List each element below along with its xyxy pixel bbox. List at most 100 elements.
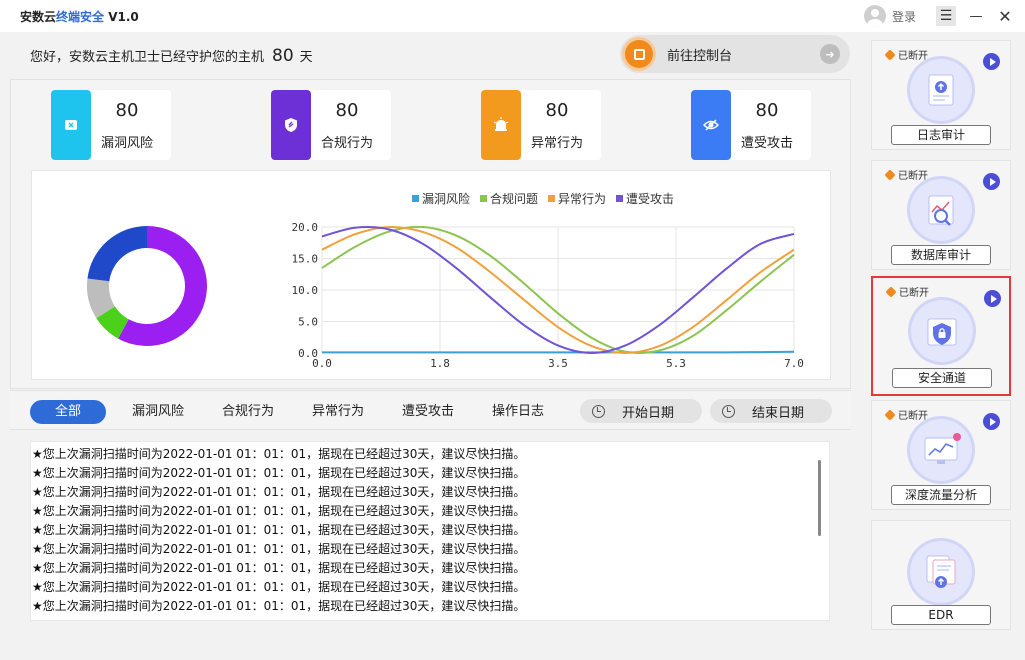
stat-label: 合规行为 bbox=[321, 136, 374, 151]
tab-operation-log[interactable]: 操作日志 bbox=[480, 400, 556, 424]
clock-icon bbox=[722, 404, 735, 418]
secure-channel-button[interactable]: 安全通道 bbox=[892, 368, 992, 388]
end-date-picker[interactable]: 结束日期 bbox=[710, 399, 832, 423]
status-disconnected: 已断开 bbox=[884, 167, 928, 182]
side-card-database-audit[interactable]: 已断开 数据库审计 bbox=[871, 160, 1011, 270]
play-icon[interactable] bbox=[984, 290, 1001, 307]
x-tick-label: 3.5 bbox=[548, 357, 568, 370]
side-card-log-audit[interactable]: 已断开 日志审计 bbox=[871, 40, 1011, 150]
link-broken-icon bbox=[885, 285, 897, 298]
database-audit-button[interactable]: 数据库审计 bbox=[891, 245, 991, 265]
stats-area: 80 漏洞风险 80 合规行为 80 异常行为 80 遭受攻击 0.0 5.0 … bbox=[10, 79, 851, 389]
side-card-traffic-analysis[interactable]: 已断开 深度流量分析 bbox=[871, 400, 1011, 510]
greeting-text: 您好，安数云主机卫士已经守护您的主机 bbox=[30, 50, 265, 65]
traffic-analysis-icon bbox=[910, 419, 972, 481]
greeting: 您好，安数云主机卫士已经守护您的主机 80 天 bbox=[30, 46, 313, 66]
legend-swatch bbox=[548, 195, 555, 202]
legend-label: 漏洞风险 bbox=[422, 191, 470, 206]
user-avatar-icon bbox=[864, 5, 886, 27]
log-line: ★您上次漏洞扫描时间为2022-01-01 01：01：01，据现在已经超过30… bbox=[32, 580, 526, 594]
app-title: 安数云终端安全 V1.0 bbox=[20, 8, 139, 25]
title-bar: 安数云终端安全 V1.0 登录 ☰ — ✕ bbox=[0, 0, 1025, 32]
y-tick-label: 0.0 bbox=[298, 347, 318, 360]
arrow-right-icon: ➜ bbox=[820, 44, 840, 64]
login-button[interactable]: 登录 bbox=[864, 4, 916, 28]
edr-button[interactable]: EDR bbox=[891, 605, 991, 625]
protected-days: 80 bbox=[272, 46, 294, 66]
donut-chart bbox=[87, 226, 207, 346]
legend-label: 合规问题 bbox=[490, 191, 538, 206]
series-line bbox=[321, 350, 795, 354]
vulnerability-icon bbox=[51, 90, 91, 160]
edr-icon bbox=[910, 541, 972, 603]
days-unit: 天 bbox=[299, 50, 313, 65]
series-line bbox=[321, 225, 795, 355]
status-disconnected: 已断开 bbox=[885, 284, 929, 299]
main-panel: 您好，安数云主机卫士已经守护您的主机 80 天 前往控制台 ➜ 80 漏洞风险 80… bbox=[10, 32, 851, 630]
x-tick-label: 1.8 bbox=[430, 357, 450, 370]
stat-label: 漏洞风险 bbox=[101, 136, 154, 151]
console-icon bbox=[625, 40, 653, 68]
minimize-icon[interactable]: — bbox=[966, 6, 986, 26]
tab-attack[interactable]: 遭受攻击 bbox=[390, 400, 466, 424]
y-tick-label: 15.0 bbox=[292, 253, 319, 266]
log-line: ★您上次漏洞扫描时间为2022-01-01 01：01：01，据现在已经超过30… bbox=[32, 561, 526, 575]
start-date-picker[interactable]: 开始日期 bbox=[580, 399, 702, 423]
go-to-console-button[interactable]: 前往控制台 ➜ bbox=[620, 35, 850, 73]
link-broken-icon bbox=[884, 408, 896, 421]
side-card-edr[interactable]: EDR bbox=[871, 520, 1011, 630]
legend-swatch bbox=[480, 195, 487, 202]
stat-value: 80 bbox=[115, 100, 139, 121]
stat-label: 异常行为 bbox=[531, 136, 584, 151]
traffic-analysis-button[interactable]: 深度流量分析 bbox=[891, 485, 991, 505]
donut-slice bbox=[87, 226, 147, 282]
legend-swatch bbox=[412, 195, 419, 202]
legend-label: 遭受攻击 bbox=[626, 192, 674, 206]
play-icon[interactable] bbox=[983, 53, 1000, 70]
tab-compliance[interactable]: 合规行为 bbox=[210, 400, 286, 424]
chart-box: 0.0 5.0 10.0 15.0 20.0 0.0 1.8 3.5 5.3 7.0 漏洞风险 合规问… bbox=[31, 170, 831, 380]
log-line: ★您上次漏洞扫描时间为2022-01-01 01：01：01，据现在已经超过30… bbox=[32, 599, 526, 613]
stat-value: 80 bbox=[545, 100, 569, 121]
stat-value: 80 bbox=[335, 100, 359, 121]
log-list[interactable]: ★您上次漏洞扫描时间为2022-01-01 01：01：01，据现在已经超过30… bbox=[30, 441, 830, 621]
login-label: 登录 bbox=[892, 9, 917, 24]
log-audit-button[interactable]: 日志审计 bbox=[891, 125, 991, 145]
play-icon[interactable] bbox=[983, 173, 1000, 190]
x-tick-label: 7.0 bbox=[784, 357, 804, 370]
stat-card-abnormal[interactable]: 80 异常行为 bbox=[481, 90, 601, 160]
app-title-accent: 终端安全 bbox=[56, 10, 105, 24]
log-line: ★您上次漏洞扫描时间为2022-01-01 01：01：01，据现在已经超过30… bbox=[32, 504, 526, 518]
stat-card-vulnerability[interactable]: 80 漏洞风险 bbox=[51, 90, 171, 160]
side-card-secure-channel[interactable]: 已断开 安全通道 bbox=[871, 276, 1011, 396]
log-line: ★您上次漏洞扫描时间为2022-01-01 01：01：01，据现在已经超过30… bbox=[32, 466, 526, 480]
play-icon[interactable] bbox=[983, 413, 1000, 430]
console-label: 前往控制台 bbox=[667, 48, 733, 64]
end-date-label: 结束日期 bbox=[752, 405, 805, 421]
log-line: ★您上次漏洞扫描时间为2022-01-01 01：01：01，据现在已经超过30… bbox=[32, 485, 526, 499]
secure-channel-icon bbox=[911, 300, 973, 362]
stat-card-attack[interactable]: 80 遭受攻击 bbox=[691, 90, 811, 160]
legend-label: 异常行为 bbox=[558, 192, 606, 206]
close-icon[interactable]: ✕ bbox=[995, 6, 1015, 26]
stat-value: 80 bbox=[755, 100, 779, 121]
app-title-prefix: 安数云 bbox=[20, 10, 57, 24]
link-broken-icon bbox=[884, 48, 896, 61]
link-broken-icon bbox=[884, 168, 896, 181]
log-line: ★您上次漏洞扫描时间为2022-01-01 01：01：01，据现在已经超过30… bbox=[32, 523, 526, 537]
attack-icon bbox=[691, 90, 731, 160]
log-line: ★您上次漏洞扫描时间为2022-01-01 01：01：01，据现在已经超过30… bbox=[32, 447, 526, 461]
tab-all[interactable]: 全部 bbox=[30, 400, 106, 424]
log-scrollbar[interactable] bbox=[818, 460, 821, 536]
y-tick-label: 10.0 bbox=[292, 284, 319, 297]
log-audit-icon bbox=[910, 59, 972, 121]
clock-icon bbox=[592, 404, 605, 418]
menu-icon[interactable]: ☰ bbox=[936, 6, 956, 26]
alarm-icon bbox=[481, 90, 521, 160]
tab-vulnerability[interactable]: 漏洞风险 bbox=[120, 400, 196, 424]
tab-abnormal[interactable]: 异常行为 bbox=[300, 400, 376, 424]
stat-card-compliance[interactable]: 80 合规行为 bbox=[271, 90, 391, 160]
stat-label: 遭受攻击 bbox=[741, 136, 794, 151]
database-audit-icon bbox=[910, 179, 972, 241]
series-line bbox=[321, 225, 795, 354]
